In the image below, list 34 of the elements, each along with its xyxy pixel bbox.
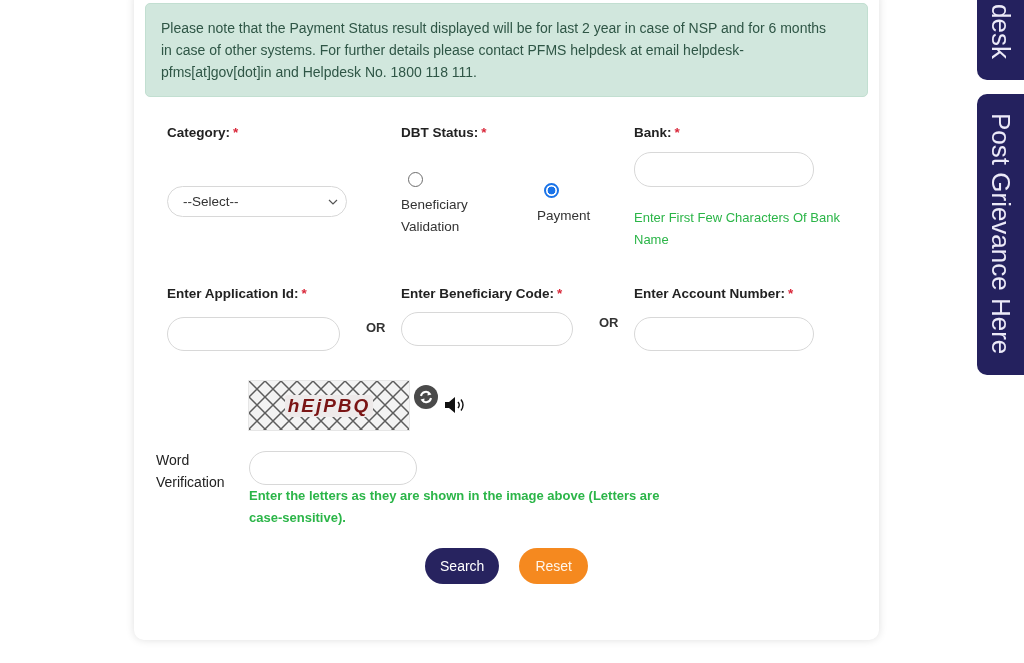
captcha-image: hEjPBQ — [249, 381, 409, 430]
chevron-down-icon — [328, 198, 338, 205]
field-label: Word Verification — [156, 451, 226, 492]
hint-text: Enter First Few Characters Of Bank Name — [634, 209, 841, 249]
or-separator: OR — [366, 319, 386, 337]
radio-button[interactable] — [544, 183, 559, 198]
input-field[interactable] — [634, 152, 814, 187]
field-label: Enter Account Number: — [634, 285, 785, 303]
required-asterisk: * — [674, 124, 680, 142]
field-label: Enter Beneficiary Code: — [401, 285, 555, 303]
hint-text: Enter the letters as they are shown in the image above (Letters are case-sensitive). — [249, 487, 661, 527]
required-asterisk: * — [301, 285, 307, 303]
field-label: Enter Application Id: — [167, 285, 299, 303]
speaker-icon[interactable] — [445, 396, 466, 414]
input-field[interactable] — [167, 317, 340, 351]
notice-message: Please note that the Payment Status result displayed will be for last 2 year in case of NSP and for 6 months in case of other systems. For further details please contact PFMS helpdesk at email helpdesk-pfms[at]gov[dot]in and Helpdesk No. 1800 118 111. — [145, 3, 868, 97]
radio-label[interactable]: Beneficiary Validation — [401, 194, 521, 238]
required-asterisk: * — [233, 124, 239, 142]
search-button[interactable]: Search — [425, 548, 500, 584]
side-tab[interactable]: desk — [977, 0, 1024, 80]
required-asterisk: * — [788, 285, 794, 303]
required-asterisk: * — [481, 124, 487, 142]
input-field[interactable] — [634, 317, 814, 351]
input-field[interactable] — [401, 312, 573, 346]
input-field[interactable] — [249, 451, 417, 485]
or-separator: OR — [599, 314, 619, 332]
field-label: DBT Status: — [401, 124, 479, 142]
refresh-icon[interactable] — [414, 385, 438, 409]
field-label: Category: — [167, 124, 230, 142]
required-asterisk: * — [557, 285, 563, 303]
side-tab[interactable]: Post Grievance Here — [977, 93, 1024, 376]
field-label: Bank: — [634, 124, 672, 142]
radio-button[interactable] — [408, 172, 423, 187]
radio-label[interactable]: Payment — [537, 205, 591, 227]
